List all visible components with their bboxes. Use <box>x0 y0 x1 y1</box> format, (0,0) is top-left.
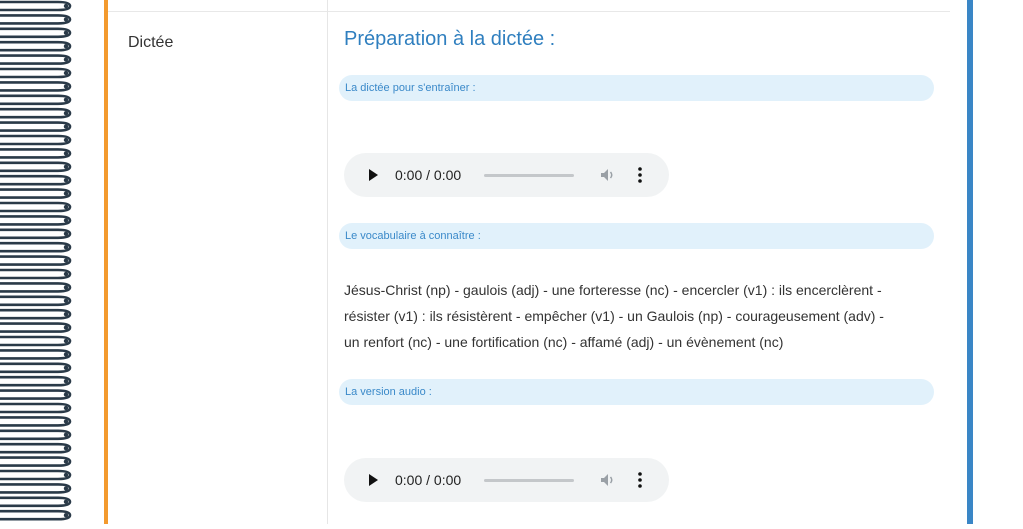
spiral-ring <box>0 335 72 347</box>
spiral-ring <box>0 94 72 106</box>
vocab-line: un renfort (nc) - une fortification (nc)… <box>344 334 784 350</box>
spiral-binding <box>0 0 74 524</box>
spiral-ring <box>0 148 72 159</box>
spiral-ring <box>0 40 72 52</box>
spiral-ring <box>0 349 72 360</box>
spiral-ring <box>0 81 72 92</box>
spiral-ring <box>0 54 72 65</box>
spiral-ring <box>0 255 72 266</box>
vocab-line: résister (v1) : ils résistèrent - empêch… <box>344 308 884 324</box>
section-header-vocabulary: Le vocabulaire à connaître : <box>339 223 934 249</box>
spiral-ring <box>0 456 72 467</box>
more-options-icon[interactable] <box>637 166 643 184</box>
page-title: Préparation à la dictée : <box>344 28 556 50</box>
spiral-ring <box>0 121 72 132</box>
spiral-ring <box>0 215 72 226</box>
spiral-ring <box>0 161 72 173</box>
notebook-margin-line <box>104 0 108 524</box>
spiral-ring <box>0 201 72 213</box>
play-icon[interactable] <box>369 169 378 181</box>
vocabulary-text: Jésus-Christ (np) - gaulois (adj) - une … <box>344 277 944 355</box>
spiral-ring <box>0 134 72 146</box>
spiral-ring <box>0 241 72 253</box>
audio-player-practice[interactable]: 0:00 / 0:00 <box>344 153 669 197</box>
column-divider <box>327 0 328 524</box>
spiral-ring <box>0 14 72 25</box>
spiral-ring <box>0 429 72 441</box>
audio-time: 0:00 / 0:00 <box>395 167 462 183</box>
spiral-ring <box>0 496 72 508</box>
spiral-ring <box>0 228 72 240</box>
spiral-ring <box>0 188 72 199</box>
spiral-ring <box>0 27 72 39</box>
spiral-ring <box>0 509 72 521</box>
spiral-ring <box>0 282 72 293</box>
notebook-right-border <box>967 0 973 524</box>
volume-icon[interactable] <box>599 471 617 489</box>
spiral-ring <box>0 0 72 12</box>
spiral-ring <box>0 442 72 454</box>
spiral-rings-icon <box>0 0 72 521</box>
row-divider <box>108 11 950 12</box>
spiral-ring <box>0 268 72 280</box>
row-label-dictee: Dictée <box>128 34 174 51</box>
audio-player-version[interactable]: 0:00 / 0:00 <box>344 458 669 502</box>
spiral-ring <box>0 483 72 494</box>
vocab-line: Jésus-Christ (np) - gaulois (adj) - une … <box>344 282 882 298</box>
section-header-practice: La dictée pour s'entraîner : <box>339 75 934 101</box>
spiral-ring <box>0 107 72 119</box>
audio-progress-track[interactable] <box>484 174 574 177</box>
spiral-ring <box>0 174 72 186</box>
more-options-icon[interactable] <box>637 471 643 489</box>
section-header-audio-version: La version audio : <box>339 379 934 405</box>
spiral-ring <box>0 375 72 387</box>
spiral-ring <box>0 308 72 320</box>
spiral-ring <box>0 416 72 427</box>
spiral-ring <box>0 362 72 374</box>
audio-progress-track[interactable] <box>484 479 574 482</box>
play-icon[interactable] <box>369 474 378 486</box>
spiral-ring <box>0 67 72 79</box>
spiral-ring <box>0 469 72 481</box>
spiral-ring <box>0 322 72 333</box>
audio-time: 0:00 / 0:00 <box>395 472 462 488</box>
spiral-ring <box>0 402 72 414</box>
spiral-ring <box>0 295 72 307</box>
spiral-ring <box>0 389 72 400</box>
volume-icon[interactable] <box>599 166 617 184</box>
